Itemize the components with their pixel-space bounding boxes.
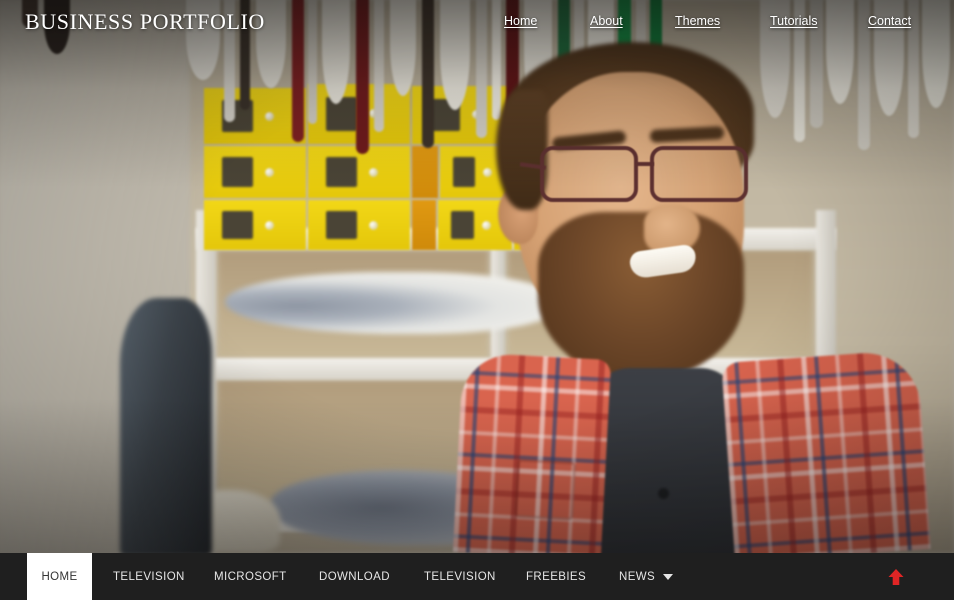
arrow-up-icon[interactable] (886, 567, 906, 587)
bottom-nav-label: MICROSOFT (214, 571, 287, 583)
site-header: BUSINESS PORTFOLIO Home About Themes Tut… (0, 0, 954, 46)
bottom-nav-label: TELEVISION (113, 571, 185, 583)
site-brand: BUSINESS PORTFOLIO (25, 9, 265, 35)
bottom-nav-item-microsoft[interactable]: MICROSOFT (214, 553, 287, 600)
bottom-nav-label: FREEBIES (526, 571, 586, 583)
header-nav-item-about[interactable]: About (590, 14, 623, 28)
bottom-nav-label: NEWS (619, 571, 655, 583)
header-nav-item-contact[interactable]: Contact (868, 14, 911, 28)
bottom-nav-item-news[interactable]: NEWS (619, 553, 673, 600)
bottom-nav-home-label: HOME (41, 571, 77, 583)
header-nav-item-home[interactable]: Home (504, 14, 537, 28)
bottom-nav-item-television-2[interactable]: TELEVISION (424, 553, 496, 600)
header-nav: Home About Themes Tutorials Contact (480, 14, 934, 34)
bottom-nav-item-television-1[interactable]: TELEVISION (113, 553, 185, 600)
bottom-nav-item-home-active[interactable]: HOME (27, 553, 92, 600)
bottom-nav-label: TELEVISION (424, 571, 496, 583)
bottom-nav-item-freebies[interactable]: FREEBIES (526, 553, 586, 600)
photo-hanging-jacket (120, 298, 212, 553)
hero-banner (0, 0, 954, 553)
header-nav-item-tutorials[interactable]: Tutorials (770, 14, 817, 28)
bottom-nav-label: DOWNLOAD (319, 571, 390, 583)
photo-person (452, 36, 922, 553)
bottom-navigation-bar: HOME TELEVISION MICROSOFT DOWNLOAD TELEV… (0, 553, 954, 600)
chevron-down-icon (663, 574, 673, 580)
photo-person-torso (440, 356, 940, 553)
header-nav-item-themes[interactable]: Themes (675, 14, 720, 28)
page-root: BUSINESS PORTFOLIO Home About Themes Tut… (0, 0, 954, 600)
hero-photo (0, 0, 954, 553)
photo-person-glasses (538, 146, 766, 206)
bottom-nav-item-download[interactable]: DOWNLOAD (319, 553, 390, 600)
